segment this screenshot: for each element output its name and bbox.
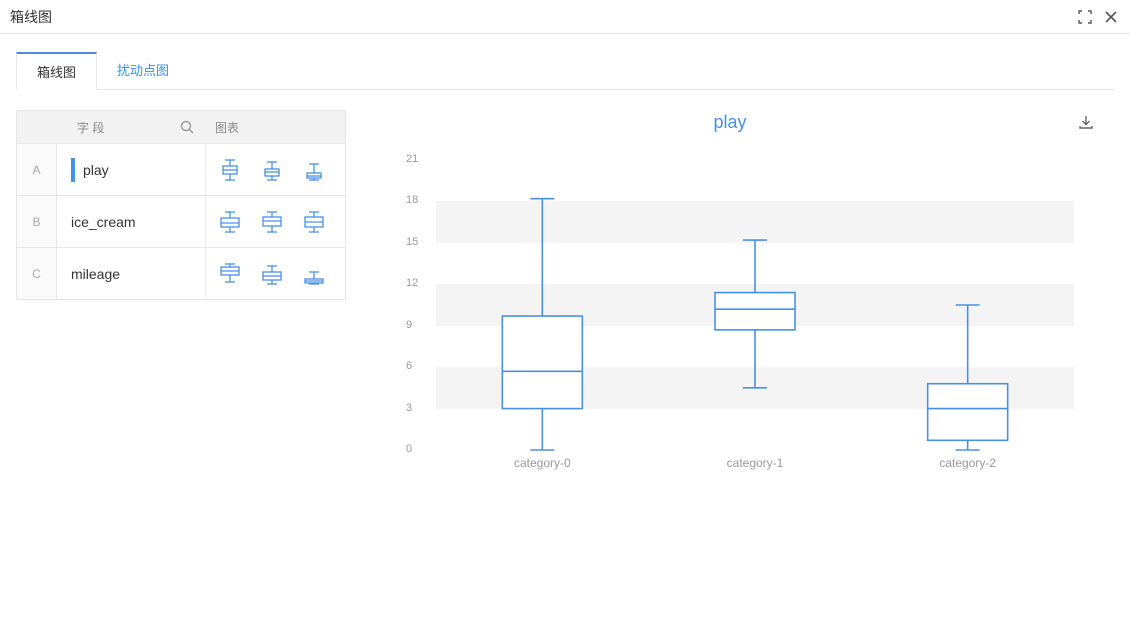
chart-type-tabs: 箱线图 扰动点图 — [16, 52, 1114, 90]
row-thumbs — [205, 248, 345, 299]
chart-area: play 036912151821category-0category-1cat… — [346, 110, 1114, 300]
tab-jitter[interactable]: 扰动点图 — [97, 52, 189, 89]
row-thumbs — [205, 144, 345, 195]
field-row-ice-cream[interactable]: B ice_cream — [16, 196, 346, 248]
boxplot-canvas: 036912151821category-0category-1category… — [406, 160, 1074, 470]
boxplot-thumb-icon[interactable] — [254, 209, 290, 235]
row-letter: B — [17, 196, 57, 247]
header-chart-label: 图表 — [205, 119, 345, 136]
x-category-label: category-0 — [514, 456, 571, 470]
field-label: ice_cream — [71, 214, 136, 230]
row-field-name: mileage — [57, 266, 205, 282]
x-category-label: category-2 — [939, 456, 996, 470]
chart-title: play — [346, 112, 1114, 133]
field-row-play[interactable]: A play — [16, 144, 346, 196]
boxplot-thumb-icon[interactable] — [296, 261, 332, 287]
boxplot-thumb-icon[interactable] — [254, 261, 290, 287]
sidebar-header: 字 段 图表 — [16, 110, 346, 144]
field-sidebar: 字 段 图表 A play — [16, 110, 346, 300]
field-label: play — [83, 162, 109, 178]
boxplot-thumb-icon[interactable] — [296, 157, 332, 183]
row-letter: A — [17, 144, 57, 195]
search-icon[interactable] — [169, 120, 205, 134]
row-field-name: ice_cream — [57, 214, 205, 230]
selected-marker — [71, 158, 75, 182]
boxplot-thumb-icon[interactable] — [296, 209, 332, 235]
row-letter: C — [17, 248, 57, 299]
boxplot-thumb-icon[interactable] — [254, 157, 290, 183]
titlebar: 箱线图 — [0, 0, 1130, 34]
header-field-label: 字 段 — [57, 119, 169, 136]
row-thumbs — [205, 196, 345, 247]
boxplot-thumb-icon[interactable] — [212, 157, 248, 183]
boxplot-thumb-icon[interactable] — [212, 209, 248, 235]
boxplot-thumb-icon[interactable] — [212, 261, 248, 287]
close-icon[interactable] — [1102, 8, 1120, 26]
expand-icon[interactable] — [1076, 8, 1094, 26]
field-row-mileage[interactable]: C mileage — [16, 248, 346, 300]
x-category-label: category-1 — [727, 456, 784, 470]
download-icon[interactable] — [1078, 114, 1094, 133]
tab-boxplot[interactable]: 箱线图 — [16, 52, 97, 90]
field-label: mileage — [71, 266, 120, 282]
window-title: 箱线图 — [10, 7, 52, 27]
row-field-name: play — [57, 158, 205, 182]
